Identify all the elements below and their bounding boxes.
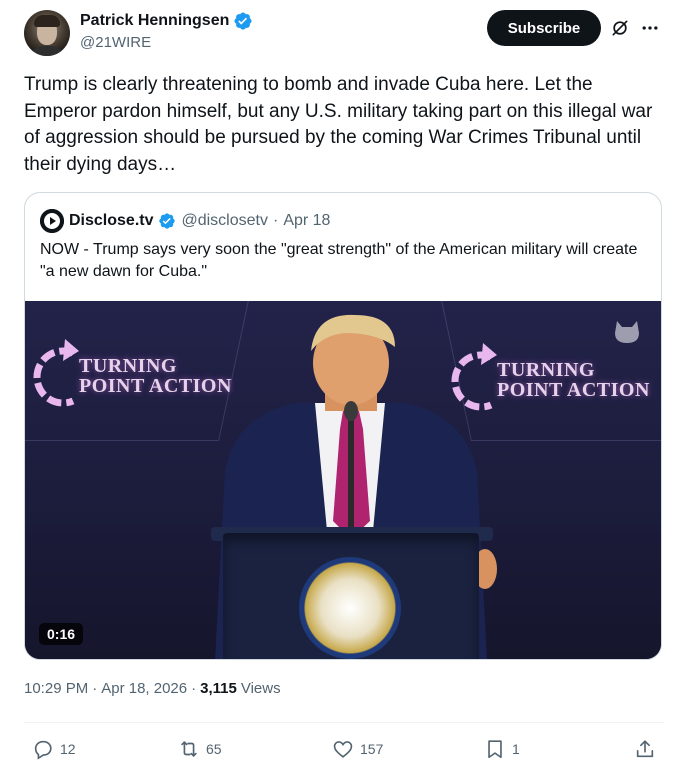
like-count: 157 bbox=[360, 741, 384, 757]
tpa-arrow-icon bbox=[33, 339, 79, 407]
subscribe-button[interactable]: Subscribe bbox=[487, 10, 601, 46]
bookmark-icon bbox=[488, 740, 502, 759]
grok-slash-icon[interactable] bbox=[610, 18, 630, 38]
video-watermark-icon bbox=[615, 321, 639, 343]
author-avatar[interactable] bbox=[24, 10, 70, 56]
views-count[interactable]: 3,115 bbox=[200, 680, 237, 697]
quoted-tweet-card[interactable]: Disclose.tv @disclosetv · Apr 18 NOW - T… bbox=[24, 192, 662, 660]
views-label: Views bbox=[240, 680, 281, 697]
banner-right-line2: POINT ACTION bbox=[497, 379, 650, 401]
tweet-header: Patrick Henningsen @21WIRE Subscribe bbox=[24, 10, 664, 58]
repost-icon bbox=[181, 741, 197, 757]
tweet-meta: 10:29 PM · Apr 18, 2026 · 3,115 Views bbox=[24, 680, 281, 697]
heart-icon bbox=[333, 741, 353, 758]
reply-button[interactable]: 12 bbox=[32, 734, 76, 764]
more-dots-icon[interactable] bbox=[640, 18, 660, 38]
bookmark-button[interactable]: 1 bbox=[484, 734, 520, 764]
tweet-time[interactable]: 10:29 PM bbox=[24, 680, 88, 697]
verified-badge-icon[interactable] bbox=[233, 11, 253, 31]
repost-button[interactable]: 65 bbox=[178, 734, 222, 764]
quoted-separator: · bbox=[272, 212, 279, 229]
quoted-tweet-header: Disclose.tv @disclosetv · Apr 18 bbox=[40, 209, 330, 233]
share-button[interactable] bbox=[634, 734, 656, 764]
repost-count: 65 bbox=[206, 741, 222, 757]
disclose-avatar-icon[interactable] bbox=[40, 209, 64, 233]
video-player[interactable]: TURNING POINT ACTION TURNING POINT ACTIO… bbox=[25, 301, 661, 659]
tweet-date[interactable]: Apr 18, 2026 bbox=[101, 680, 187, 697]
quoted-author-name[interactable]: Disclose.tv bbox=[69, 212, 153, 230]
banner-right-line1: TURNING bbox=[497, 359, 595, 381]
quoted-date[interactable]: Apr 18 bbox=[283, 212, 330, 230]
meta-separator: · bbox=[191, 680, 197, 697]
bookmark-count: 1 bbox=[512, 741, 520, 757]
tweet-actions: 12 65 157 1 bbox=[24, 734, 664, 764]
author-name-row: Patrick Henningsen bbox=[80, 11, 253, 31]
reply-count: 12 bbox=[60, 741, 76, 757]
presidential-seal-icon bbox=[299, 557, 401, 659]
reply-icon bbox=[34, 740, 52, 760]
avatar-shirt bbox=[28, 46, 66, 56]
meta-separator: · bbox=[92, 680, 98, 697]
like-button[interactable]: 157 bbox=[332, 734, 383, 764]
author-handle[interactable]: @21WIRE bbox=[80, 34, 151, 51]
divider bbox=[24, 722, 664, 723]
share-icon bbox=[636, 740, 654, 758]
quoted-author-handle[interactable]: @disclosetv bbox=[181, 212, 268, 230]
quoted-tweet-text: NOW - Trump says very soon the "great st… bbox=[40, 241, 638, 280]
tweet-text: Trump is clearly threatening to bomb and… bbox=[24, 74, 653, 175]
author-display-name[interactable]: Patrick Henningsen bbox=[80, 12, 229, 30]
quoted-verified-badge-icon bbox=[158, 212, 176, 230]
video-duration-badge: 0:16 bbox=[39, 623, 84, 645]
avatar-hair bbox=[34, 15, 60, 27]
